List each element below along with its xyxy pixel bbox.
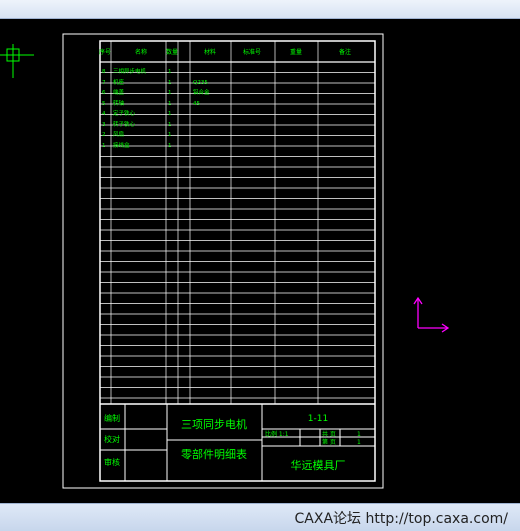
status-bar: CAXA论坛 http://top.caxa.com/ [0,503,520,531]
header-weight: 重量 [290,48,302,56]
table-grid [100,41,375,404]
row-material: 铝合金 [193,88,210,96]
sheet-total-value: 1 [357,431,361,438]
header-qty: 数量 [166,48,178,56]
row-no: 8 [102,69,106,75]
forum-watermark: CAXA论坛 http://top.caxa.com/ [294,511,508,527]
header-name: 名称 [135,48,147,56]
header-no: 序号 [99,48,111,56]
sheet-total-label: 共 页 [322,430,336,438]
header-remark: 备注 [339,48,351,56]
row-name: 定子铁心 [113,109,136,117]
row-qty: 1 [168,122,172,128]
row-no: 5 [102,101,106,107]
row-material: Q235 [193,80,208,86]
row-no: 3 [102,122,106,128]
window-top-bar [0,0,520,19]
header-standard: 标准号 [243,48,261,56]
drawing-code: 1-11 [308,414,328,424]
row-qty: 1 [168,111,172,117]
row-no: 4 [102,111,106,117]
row-qty: 1 [168,101,172,107]
header-material: 材料 [204,48,216,56]
ucs-axis-icon [413,296,450,333]
table-rows: 8 三相异步电机 1 7 机座 1 Q235 6 端盖 1 铝合金 5 转轴 1… [102,67,210,149]
drawing-title-line2: 零部件明细表 [181,447,247,461]
role-label: 校对 [104,434,120,444]
row-no: 6 [102,90,106,96]
row-name: 端盖 [113,88,125,96]
role-label: 编制 [104,413,120,423]
row-no: 2 [102,132,106,138]
row-no: 1 [102,143,106,149]
company-name: 华远模具厂 [291,458,346,472]
table-frame [99,40,376,482]
sheet-current-value: 1 [357,439,361,446]
row-qty: 1 [168,80,172,86]
row-name: 转子铁心 [113,120,136,128]
drawing-canvas[interactable]: 序号 名称 数量 材料 标准号 重量 备注 8 三相异步电机 1 7 机座 1 … [0,19,520,503]
row-qty: 1 [168,69,172,75]
table-header: 序号 名称 数量 材料 标准号 重量 备注 [99,48,351,56]
row-material: 45 [193,101,200,107]
row-qty: 1 [168,132,172,138]
row-name: 转轴 [113,99,125,107]
row-qty: 1 [168,90,172,96]
crosshair-icon [0,44,34,78]
sheet-current-label: 第 页 [322,438,336,446]
row-qty: 1 [168,143,172,149]
drawing-title-line1: 三项同步电机 [181,417,247,431]
row-name: 机座 [113,78,125,86]
role-label: 审核 [104,457,120,467]
title-block-text: 编制 校对 审核 三项同步电机 零部件明细表 1-11 比例 1:1 共 页 1… [104,413,361,472]
row-no: 7 [102,80,106,86]
row-name: 风扇 [113,130,124,138]
row-name: 三相异步电机 [113,67,147,75]
drawing-svg: 序号 名称 数量 材料 标准号 重量 备注 8 三相异步电机 1 7 机座 1 … [0,33,450,489]
scale-label: 比例 1:1 [265,430,289,438]
row-name: 接线盒 [113,141,130,149]
